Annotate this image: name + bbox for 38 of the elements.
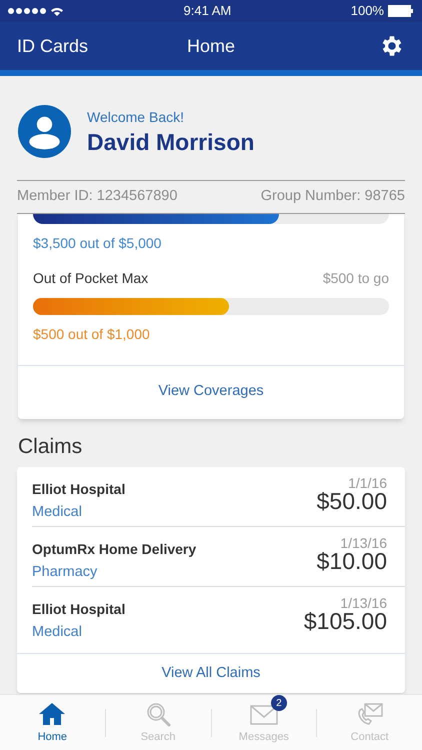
claim-amount: $50.00 bbox=[316, 490, 387, 514]
meter-label: Out of Pocket Max bbox=[33, 268, 148, 288]
claims-heading: Claims bbox=[17, 434, 84, 460]
claim-row[interactable]: Elliot Hospital Medical 1/1/16 $50.00 bbox=[32, 467, 405, 528]
status-time: 9:41 AM bbox=[184, 2, 232, 20]
claim-type: Medical bbox=[32, 503, 83, 522]
provider-name: Elliot Hospital bbox=[32, 480, 126, 500]
claim-type: Medical bbox=[32, 623, 83, 642]
nav-title: Home bbox=[187, 34, 235, 58]
claim-type: Pharmacy bbox=[32, 563, 98, 582]
meter-reading: $500 out of $1,000 bbox=[33, 324, 151, 344]
view-coverages-link[interactable]: View Coverages bbox=[158, 381, 264, 404]
signal-icon bbox=[8, 8, 46, 14]
meter-reading: $3,500 out of $5,000 bbox=[33, 234, 162, 253]
badge: 2 bbox=[270, 695, 287, 712]
phone-envelope-icon bbox=[356, 701, 384, 728]
battery-percent: 100% bbox=[350, 2, 384, 20]
tab-item[interactable]: Home bbox=[0, 699, 105, 746]
group-number: Group Number: 98765 bbox=[260, 187, 405, 206]
id-cards-button[interactable]: ID Cards bbox=[17, 32, 88, 60]
claim-amount: $10.00 bbox=[316, 550, 387, 574]
battery-icon bbox=[388, 5, 414, 17]
claim-row[interactable]: Elliot Hospital Medical 1/13/16 $105.00 bbox=[32, 587, 405, 654]
claim-date: 1/13/16 bbox=[340, 596, 387, 610]
claim-amount: $105.00 bbox=[304, 610, 387, 634]
member-name: David Morrison bbox=[87, 128, 254, 156]
welcome-text: Welcome Back! bbox=[87, 108, 185, 127]
provider-name: OptumRx Home Delivery bbox=[32, 540, 196, 560]
provider-name: Elliot Hospital bbox=[32, 600, 126, 620]
avatar-icon bbox=[18, 105, 71, 158]
claim-date: 1/13/16 bbox=[340, 536, 387, 550]
claim-date: 1/1/16 bbox=[348, 476, 387, 490]
home-icon bbox=[38, 701, 66, 728]
claim-row[interactable]: OptumRx Home Delivery Pharmacy 1/13/16 $10.00 bbox=[32, 527, 405, 588]
wifi-icon bbox=[50, 6, 64, 16]
member-id: Member ID: 1234567890 bbox=[17, 187, 178, 206]
view-all-claims-link[interactable]: View All Claims bbox=[162, 662, 260, 685]
remaining-amount: $500 to go bbox=[322, 268, 389, 288]
